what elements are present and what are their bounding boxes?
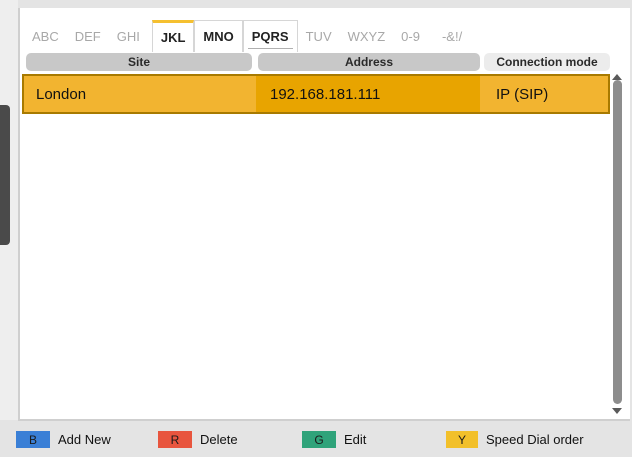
tab-def[interactable]: DEF <box>67 20 109 52</box>
tab-ghi[interactable]: GHI <box>109 20 148 52</box>
phonebook-panel: ABC DEF GHI JKL MNO PQRS TUV WXYZ 0-9 -&… <box>18 8 630 421</box>
header-site[interactable]: Site <box>26 53 252 71</box>
cell-site: London <box>36 85 87 103</box>
tab-symbols[interactable]: -&!/ <box>434 20 470 52</box>
tab-mno[interactable]: MNO <box>194 20 243 52</box>
alphabet-tabs: ABC DEF GHI JKL MNO PQRS TUV WXYZ 0-9 -&… <box>24 18 470 52</box>
cell-connection-mode: IP (SIP) <box>496 85 549 103</box>
edit-button[interactable]: G Edit <box>302 431 366 448</box>
header-connection-mode[interactable]: Connection mode <box>484 53 610 71</box>
cell-address: 192.168.181.111 <box>256 76 480 112</box>
edit-label: Edit <box>344 432 367 447</box>
green-key-icon: G <box>302 431 336 448</box>
table-header: Site Address Connection mode <box>26 53 610 71</box>
blue-key-icon: B <box>16 431 50 448</box>
delete-button[interactable]: R Delete <box>158 431 238 448</box>
scroll-thumb[interactable] <box>613 80 622 404</box>
speed-dial-order-button[interactable]: Y Speed Dial order <box>446 431 584 448</box>
add-new-button[interactable]: B Add New <box>16 431 111 448</box>
footer-bar: B Add New R Delete G Edit Y Speed Dial o… <box>0 424 632 457</box>
red-key-icon: R <box>158 431 192 448</box>
tab-tuv[interactable]: TUV <box>298 20 340 52</box>
tab-wxyz[interactable]: WXYZ <box>340 20 394 52</box>
delete-label: Delete <box>200 432 238 447</box>
header-address[interactable]: Address <box>258 53 480 71</box>
left-edge-shadow <box>0 105 10 245</box>
scroll-down-icon[interactable] <box>612 408 622 414</box>
speed-dial-order-label: Speed Dial order <box>486 432 584 447</box>
tab-pqrs[interactable]: PQRS <box>242 20 298 52</box>
tab-jkl[interactable]: JKL <box>151 20 195 52</box>
yellow-key-icon: Y <box>446 431 478 448</box>
tab-abc[interactable]: ABC <box>24 20 67 52</box>
table-row[interactable]: London 192.168.181.111 IP (SIP) <box>22 74 610 114</box>
tab-0-9[interactable]: 0-9 <box>393 20 428 52</box>
add-new-label: Add New <box>58 432 111 447</box>
left-edge <box>0 0 18 420</box>
vertical-scrollbar[interactable] <box>610 74 624 414</box>
